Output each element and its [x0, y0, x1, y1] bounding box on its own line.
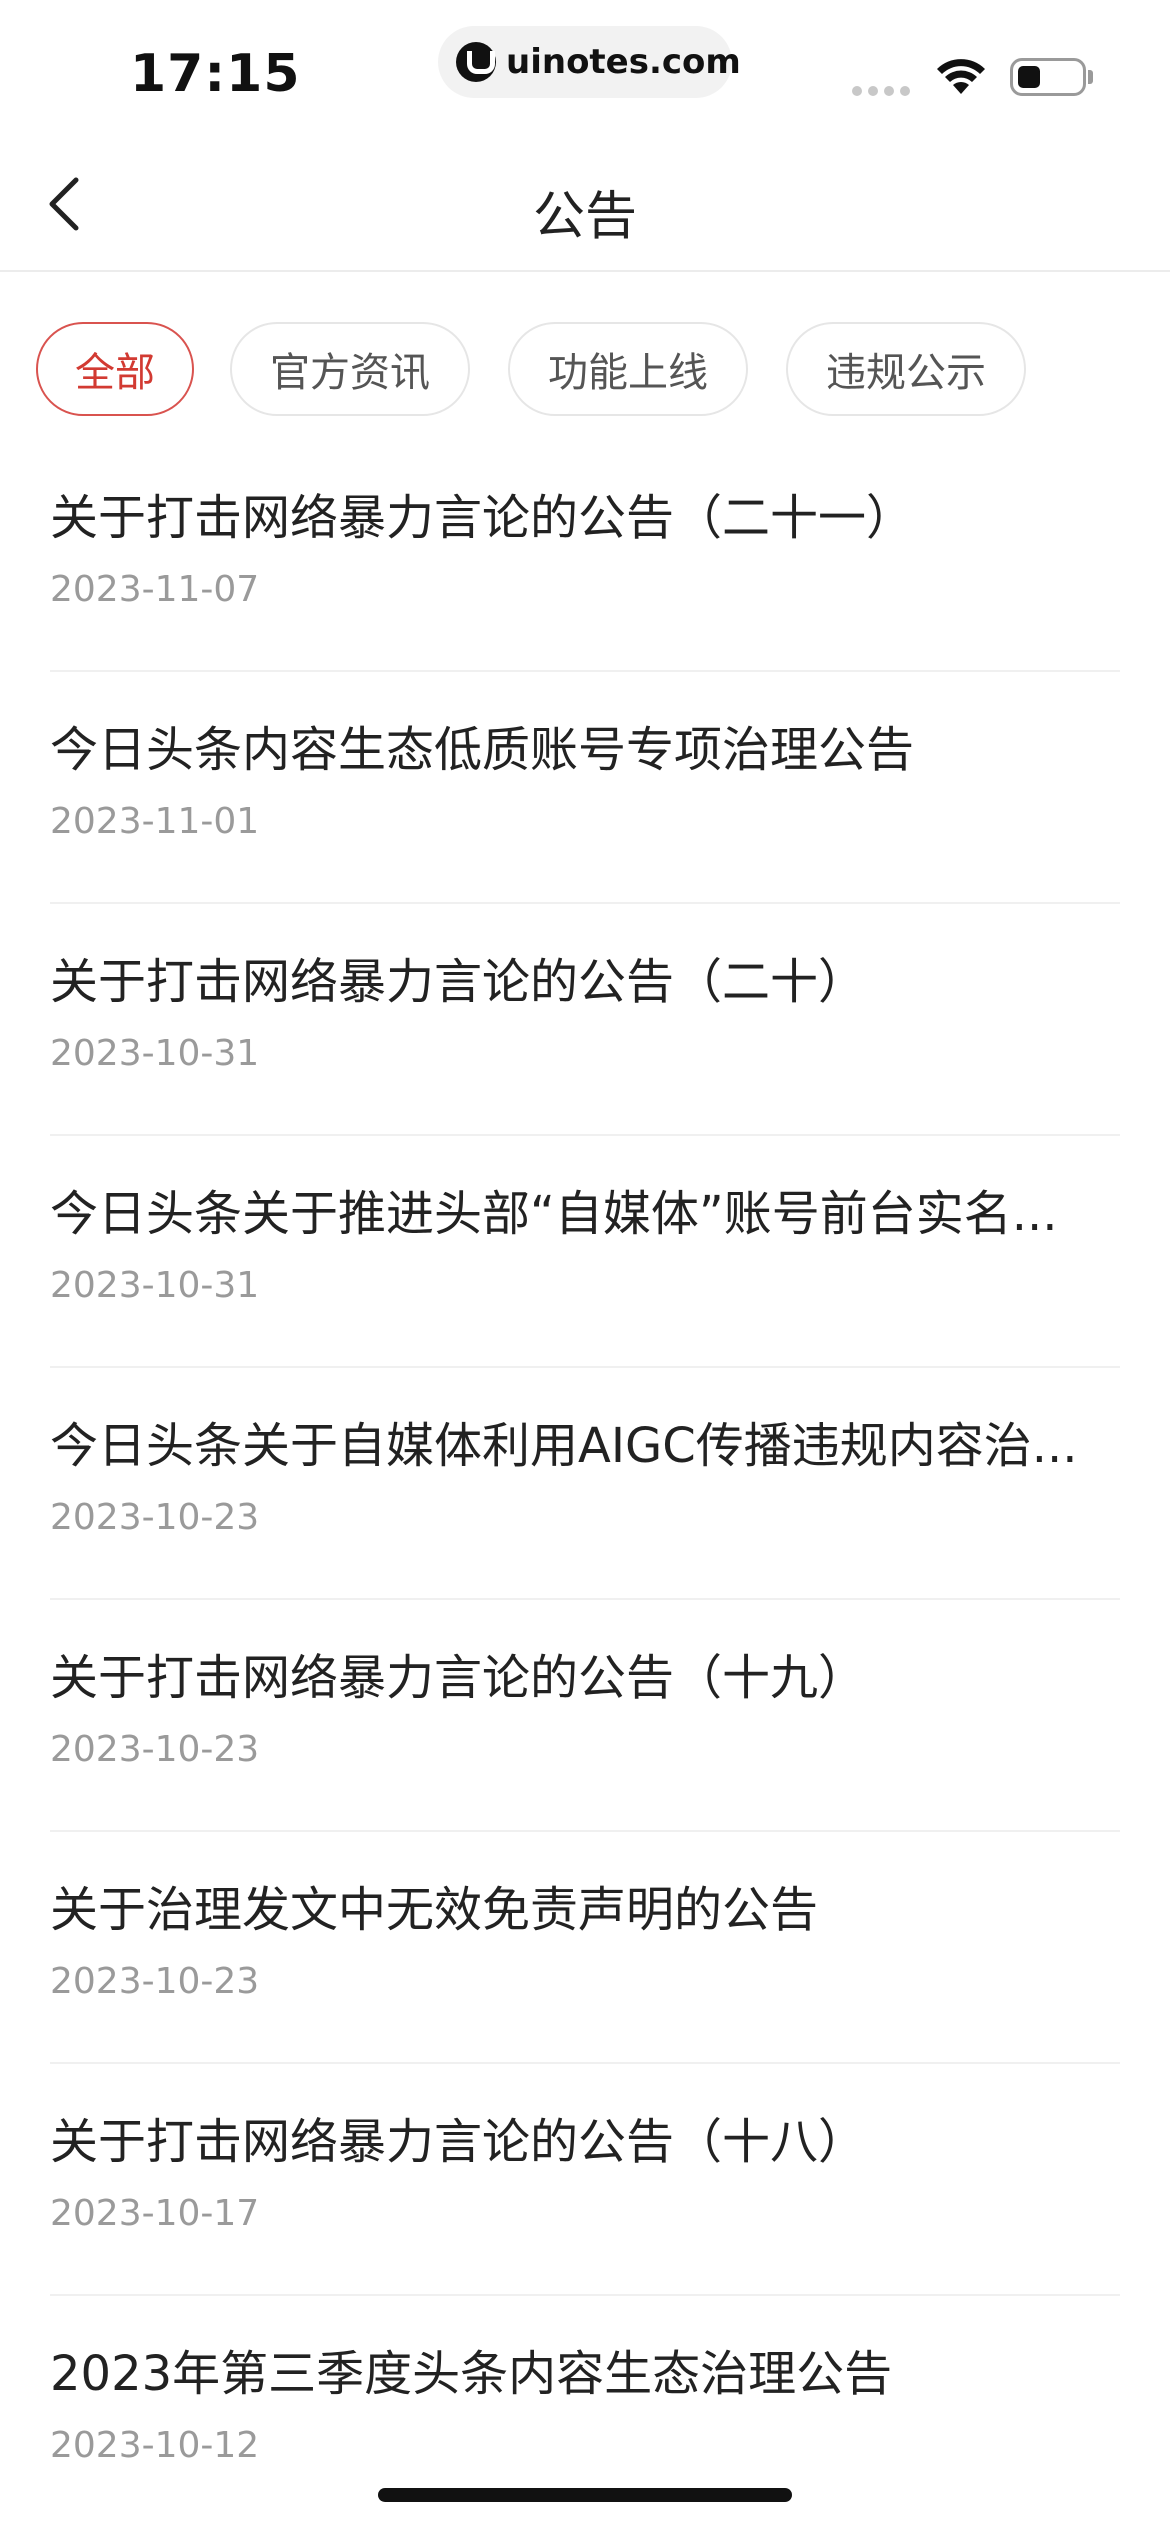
battery-tip	[1088, 70, 1093, 84]
home-indicator[interactable]	[378, 2488, 792, 2502]
wifi-icon	[937, 59, 985, 94]
item-date: 2023-11-07	[50, 569, 260, 610]
status-bar: 17:15 uinotes.com	[0, 0, 1170, 140]
battery-icon	[1010, 58, 1086, 96]
item-title: 今日头条关于推进头部“自媒体”账号前台实名...	[50, 1186, 1058, 1242]
url-pill[interactable]: uinotes.com	[438, 26, 741, 98]
item-date: 2023-10-31	[50, 1265, 260, 1306]
nav-bar: 公告	[0, 140, 1170, 272]
list-item[interactable]: 关于打击网络暴力言论的公告（二十） 2023-10-31	[50, 904, 1120, 1136]
cellular-signal-icon	[852, 86, 910, 96]
item-title: 关于治理发文中无效免责声明的公告	[50, 1882, 819, 1938]
tab-feature-launch[interactable]: 功能上线	[508, 322, 748, 416]
list-item[interactable]: 今日头条关于推进头部“自媒体”账号前台实名... 2023-10-31	[50, 1136, 1120, 1368]
list-item[interactable]: 关于打击网络暴力言论的公告（十九） 2023-10-23	[50, 1600, 1120, 1832]
item-title: 关于打击网络暴力言论的公告（二十一）	[50, 490, 915, 546]
site-logo-icon	[456, 42, 496, 82]
item-date: 2023-10-23	[50, 1961, 260, 2002]
tab-all[interactable]: 全部	[36, 322, 194, 416]
list-item[interactable]: 关于打击网络暴力言论的公告（十八） 2023-10-17	[50, 2064, 1120, 2296]
tab-official-news[interactable]: 官方资讯	[230, 322, 470, 416]
item-title: 关于打击网络暴力言论的公告（二十）	[50, 954, 867, 1010]
item-date: 2023-10-31	[50, 1033, 260, 1074]
item-date: 2023-10-17	[50, 2193, 260, 2234]
item-title: 今日头条关于自媒体利用AIGC传播违规内容治...	[50, 1418, 1078, 1474]
announcement-list: 关于打击网络暴力言论的公告（二十一） 2023-11-07 今日头条内容生态低质…	[50, 440, 1120, 2528]
page-title: 公告	[532, 187, 637, 247]
status-time: 17:15	[130, 44, 301, 104]
item-date: 2023-10-23	[50, 1729, 260, 1770]
url-text: uinotes.com	[506, 42, 741, 82]
item-title: 关于打击网络暴力言论的公告（十八）	[50, 2114, 867, 2170]
item-title: 今日头条内容生态低质账号专项治理公告	[50, 722, 915, 778]
item-date: 2023-10-12	[50, 2425, 260, 2466]
list-item[interactable]: 关于打击网络暴力言论的公告（二十一） 2023-11-07	[50, 440, 1120, 672]
item-date: 2023-11-01	[50, 801, 260, 842]
list-item[interactable]: 关于治理发文中无效免责声明的公告 2023-10-23	[50, 1832, 1120, 2064]
list-item[interactable]: 今日头条关于自媒体利用AIGC传播违规内容治... 2023-10-23	[50, 1368, 1120, 1600]
item-title: 2023年第三季度头条内容生态治理公告	[50, 2346, 893, 2402]
tab-violation-notice[interactable]: 违规公示	[786, 322, 1026, 416]
item-title: 关于打击网络暴力言论的公告（十九）	[50, 1650, 867, 1706]
item-date: 2023-10-23	[50, 1497, 260, 1538]
list-item[interactable]: 今日头条内容生态低质账号专项治理公告 2023-11-01	[50, 672, 1120, 904]
